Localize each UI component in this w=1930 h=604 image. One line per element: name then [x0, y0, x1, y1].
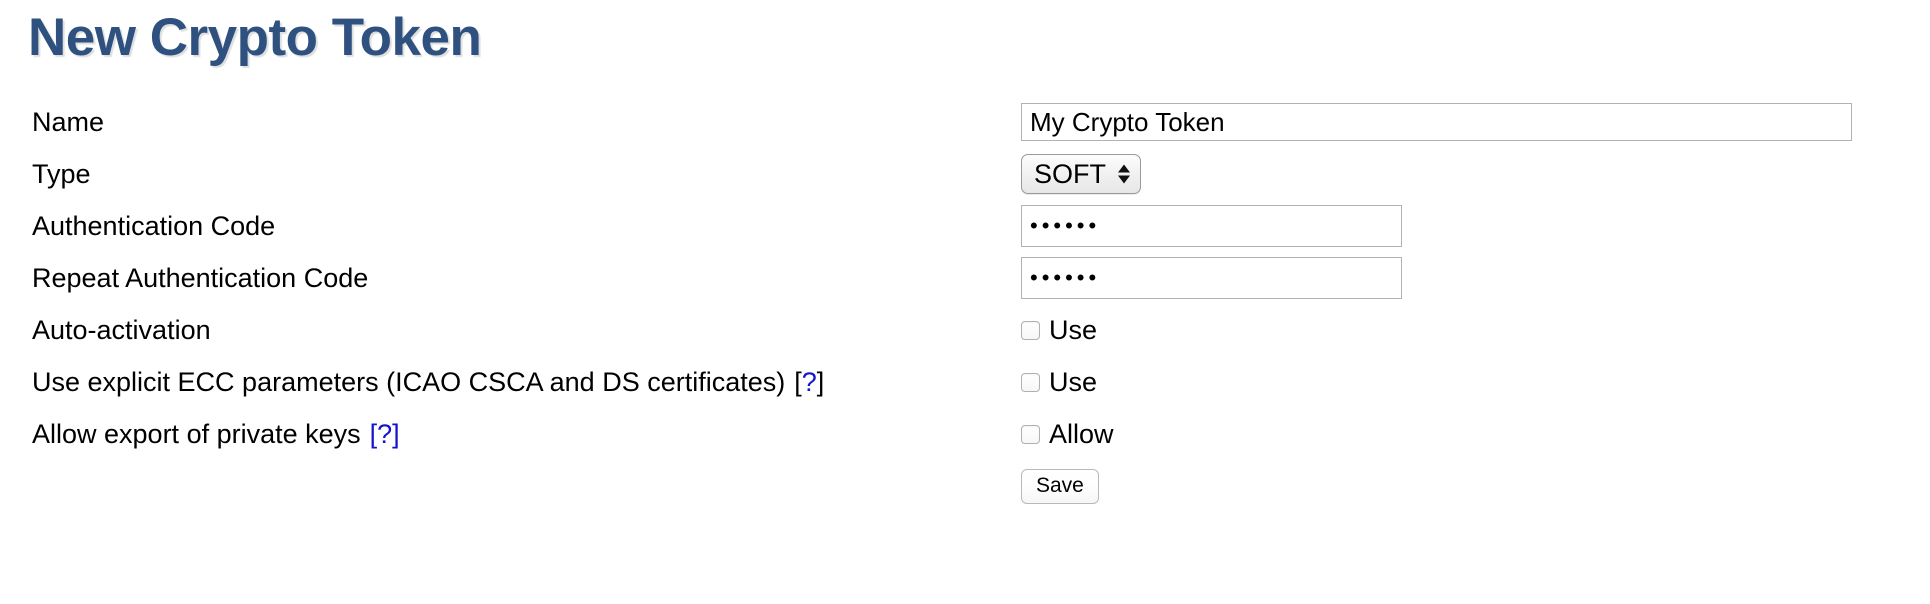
allow-export-checkbox[interactable]	[1021, 424, 1040, 444]
explicit-ecc-help-link[interactable]: [?]	[794, 366, 824, 398]
form-row-explicit-ecc: Use explicit ECC parameters (ICAO CSCA a…	[0, 356, 1930, 408]
explicit-ecc-checkbox-label: Use	[1049, 367, 1098, 397]
auto-activation-checkbox[interactable]	[1021, 320, 1040, 340]
form-row-type: Type SOFT	[0, 148, 1930, 200]
form-row-save: Save	[0, 460, 1930, 512]
field-wrap-save: Save	[1021, 460, 1099, 512]
label-name: Name	[32, 107, 105, 137]
allow-export-checkbox-field[interactable]: Allow	[1021, 418, 1114, 450]
save-button[interactable]: Save	[1021, 468, 1099, 504]
label-repeat-authentication-code: Repeat Authentication Code	[32, 263, 369, 293]
explicit-ecc-checkbox[interactable]	[1021, 372, 1040, 392]
label-type: Type	[32, 159, 91, 189]
label-authentication-code: Authentication Code	[32, 211, 276, 241]
help-bracket-close: ]	[816, 367, 825, 397]
name-input[interactable]	[1021, 103, 1852, 141]
label-allow-export-wrap: Allow export of private keys [?]	[32, 408, 400, 460]
form-row-repeat-auth-code: Repeat Authentication Code	[0, 252, 1930, 304]
authentication-code-input[interactable]	[1021, 205, 1402, 247]
allow-export-help-link[interactable]: [?]	[370, 418, 400, 450]
auto-activation-checkbox-label: Use	[1049, 315, 1098, 345]
allow-export-checkbox-label: Allow	[1049, 419, 1114, 449]
help-question-icon: ?	[801, 367, 817, 397]
page-title: New Crypto Token	[28, 8, 482, 67]
field-wrap-explicit-ecc: Use	[1021, 356, 1097, 408]
field-wrap-allow-export: Allow	[1021, 408, 1114, 460]
auto-activation-checkbox-field[interactable]: Use	[1021, 314, 1097, 346]
type-select-value: SOFT	[1034, 159, 1106, 189]
field-wrap-name	[1021, 96, 1852, 148]
crypto-token-form: Name Type SOFT Auth	[0, 96, 1930, 512]
new-crypto-token-page: New Crypto Token Name Type SOFT	[0, 0, 1930, 604]
explicit-ecc-checkbox-field[interactable]: Use	[1021, 366, 1097, 398]
label-allow-export: Allow export of private keys	[32, 419, 361, 449]
field-wrap-type: SOFT	[1021, 148, 1141, 200]
form-row-allow-export: Allow export of private keys [?] Allow	[0, 408, 1930, 460]
field-wrap-auth-code	[1021, 200, 1402, 252]
label-explicit-ecc-wrap: Use explicit ECC parameters (ICAO CSCA a…	[32, 356, 824, 408]
form-row-auth-code: Authentication Code	[0, 200, 1930, 252]
help-bracket-open: [	[794, 367, 802, 397]
field-wrap-repeat-auth-code	[1021, 252, 1402, 304]
type-select[interactable]: SOFT	[1021, 154, 1141, 194]
label-explicit-ecc: Use explicit ECC parameters (ICAO CSCA a…	[32, 367, 786, 397]
label-auto-activation: Auto-activation	[32, 315, 211, 345]
form-row-name: Name	[0, 96, 1930, 148]
repeat-authentication-code-input[interactable]	[1021, 257, 1402, 299]
form-row-auto-activation: Auto-activation Use	[0, 304, 1930, 356]
type-select-wrap: SOFT	[1021, 154, 1141, 194]
field-wrap-auto-activation: Use	[1021, 304, 1097, 356]
